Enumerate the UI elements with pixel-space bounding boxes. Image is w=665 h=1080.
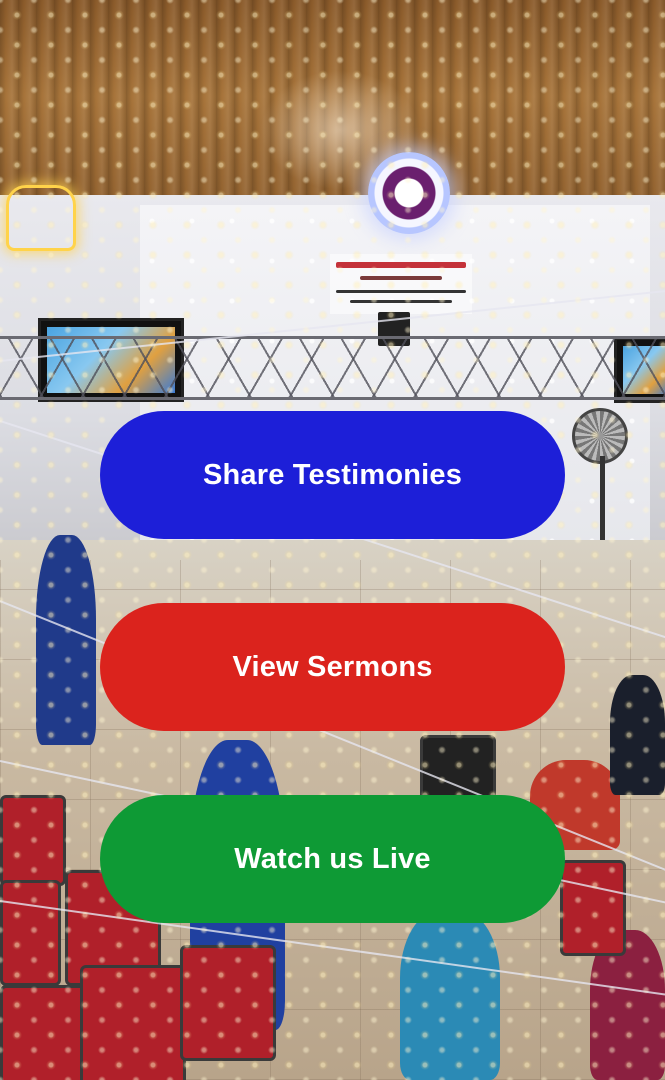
share-testimonies-label: Share Testimonies (202, 458, 463, 491)
view-sermons-label: View Sermons (232, 650, 433, 683)
app-screen: Share Testimonies View Sermons Watch us … (0, 0, 665, 1080)
share-testimonies-button[interactable]: Share Testimonies (100, 411, 565, 539)
action-buttons: Share Testimonies View Sermons Watch us … (0, 0, 665, 1080)
watch-live-button[interactable]: Watch us Live (100, 795, 565, 923)
view-sermons-button[interactable]: View Sermons (100, 603, 565, 731)
watch-live-label: Watch us Live (234, 842, 431, 875)
